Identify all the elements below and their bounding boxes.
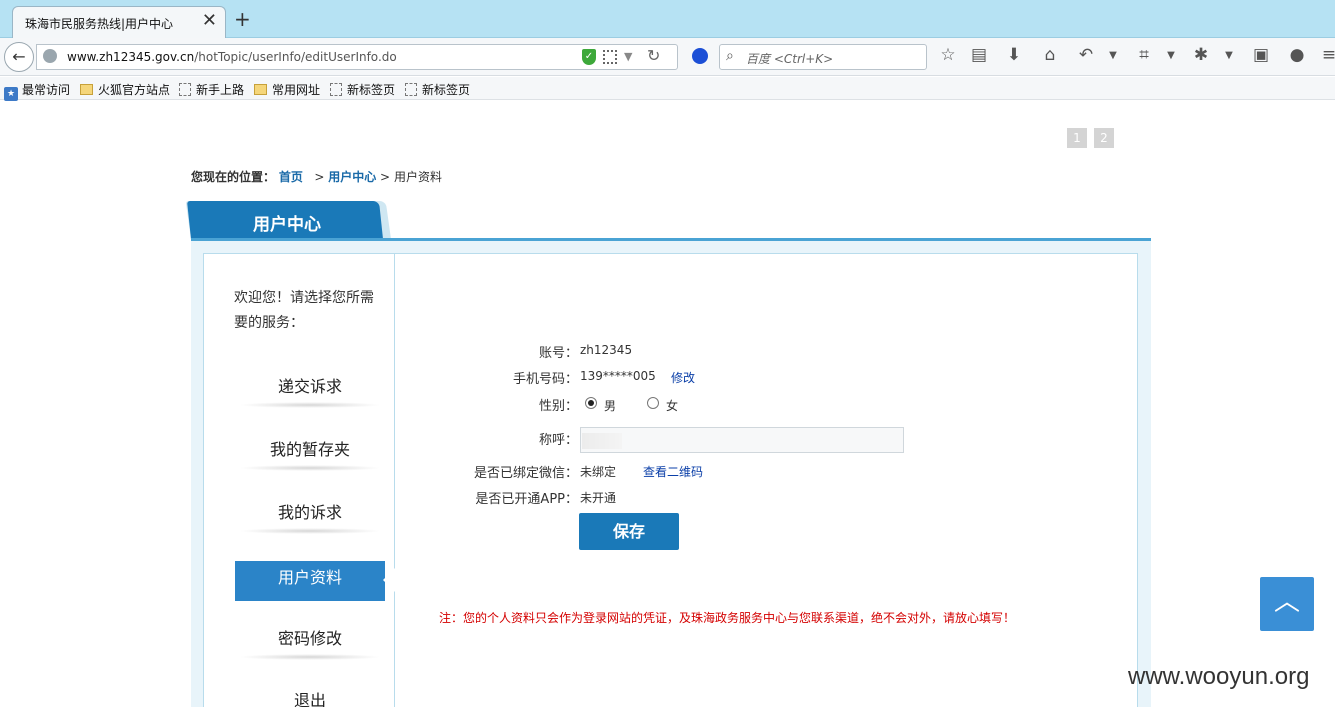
- extension-icon[interactable]: [692, 48, 708, 64]
- breadcrumb-home-link[interactable]: 首页: [279, 170, 303, 184]
- browser-tab[interactable]: 珠海市民服务热线|用户中心 ✕: [12, 6, 226, 38]
- search-input[interactable]: ⌕ 百度 <Ctrl+K>: [719, 44, 927, 70]
- bookmark-item[interactable]: 常用网址: [254, 81, 320, 98]
- page-icon: [405, 83, 417, 96]
- url-path: /hotTopic/userInfo/editUserInfo.do: [194, 50, 397, 64]
- section-tab: 用户中心: [185, 201, 391, 239]
- gender-female-radio[interactable]: [647, 397, 659, 409]
- sidebar-item-user-profile[interactable]: 用户资料: [235, 561, 385, 601]
- addon-icon[interactable]: ✱: [1190, 45, 1212, 65]
- breadcrumb: 您现在的位置： 首页 > 用户中心 > 用户资料: [191, 168, 442, 185]
- chevron-down-icon[interactable]: ▼: [1160, 50, 1182, 61]
- account-label: 账号：: [538, 346, 578, 361]
- folder-icon: [254, 84, 267, 95]
- sidebar-item-my-requests[interactable]: 我的诉求: [235, 498, 385, 538]
- phone-edit-link[interactable]: 修改: [671, 369, 695, 386]
- breadcrumb-prefix: 您现在的位置：: [191, 170, 276, 184]
- pager-button[interactable]: 1: [1067, 128, 1087, 148]
- active-indicator: [383, 568, 395, 592]
- bookmarks-bar: ★ 最常访问 火狐官方站点 新手上路 常用网址 新标签页 新标签页: [0, 77, 1335, 101]
- sidebar-item-drafts[interactable]: 我的暂存夹: [235, 435, 385, 475]
- watermark: www.wooyun.org: [1128, 663, 1310, 690]
- sidebar-divider: [394, 254, 395, 707]
- phone-label: 手机号码：: [512, 372, 578, 387]
- chevron-up-icon: ︿: [1273, 587, 1300, 617]
- sidebar-item-change-password[interactable]: 密码修改: [235, 624, 385, 664]
- url-text: www.zh12345.gov.cn/hotTopic/userInfo/edi…: [67, 50, 397, 64]
- app-label: 是否已开通APP：: [475, 492, 578, 507]
- shield-icon[interactable]: ✓: [582, 49, 596, 65]
- bookmark-item[interactable]: ★ 最常访问: [4, 81, 70, 101]
- browser-tab-bar: 珠海市民服务热线|用户中心 ✕ +: [0, 0, 1335, 38]
- sidebar-item-submit-request[interactable]: 递交诉求: [235, 372, 385, 412]
- back-button[interactable]: ←: [4, 42, 34, 72]
- bookmark-item[interactable]: 新手上路: [179, 81, 244, 98]
- home-icon[interactable]: ⌂: [1039, 45, 1061, 65]
- crop-icon[interactable]: ⌗: [1133, 45, 1155, 65]
- globe-icon: [43, 49, 57, 63]
- gender-male-label: 男: [604, 399, 617, 413]
- breadcrumb-current: 用户资料: [393, 170, 442, 184]
- app-value: 未开通: [580, 491, 617, 505]
- chevron-down-icon[interactable]: ▼: [1218, 50, 1240, 61]
- bookmark-item[interactable]: 新标签页: [330, 81, 395, 98]
- gender-female-label: 女: [666, 399, 679, 413]
- close-icon[interactable]: ✕: [202, 11, 217, 31]
- url-domain: www.zh12345.gov.cn: [67, 50, 195, 64]
- breadcrumb-center-link[interactable]: 用户中心: [328, 170, 376, 184]
- privacy-note: 注：您的个人资料只会作为登录网站的凭证，及珠海政务服务中心与您联系渠道，绝不会对…: [439, 611, 1016, 625]
- search-icon: ⌕: [726, 48, 734, 64]
- arrow-left-icon: ←: [12, 47, 26, 66]
- section-title: 用户中心: [253, 215, 321, 235]
- reading-list-icon[interactable]: ▤: [968, 45, 990, 65]
- search-placeholder: 百度 <Ctrl+K>: [746, 52, 834, 66]
- folder-icon: [80, 84, 93, 95]
- chevron-down-icon[interactable]: ▼: [624, 50, 632, 63]
- chevron-down-icon[interactable]: ▼: [1102, 50, 1124, 61]
- bookmark-item[interactable]: 火狐官方站点: [80, 81, 170, 98]
- phone-value: 139*****005: [580, 369, 656, 383]
- save-button[interactable]: 保存: [579, 513, 679, 550]
- nickname-input[interactable]: [580, 427, 904, 453]
- download-icon[interactable]: ⬇: [1003, 45, 1025, 65]
- tab-title: 珠海市民服务热线|用户中心: [25, 17, 174, 31]
- page-icon: [179, 83, 191, 96]
- account-value: zh12345: [580, 343, 633, 357]
- bookmark-star-icon[interactable]: ☆: [937, 45, 959, 65]
- breadcrumb-separator: >: [314, 170, 325, 184]
- breadcrumb-separator: >: [380, 170, 391, 184]
- new-tab-button[interactable]: +: [234, 9, 251, 29]
- gender-male-radio[interactable]: [585, 397, 597, 409]
- menu-icon[interactable]: ≡: [1318, 45, 1335, 65]
- nickname-redacted: [582, 433, 622, 449]
- gender-label: 性别：: [538, 399, 578, 414]
- reload-icon[interactable]: ↻: [647, 46, 660, 65]
- wechat-label: 是否已绑定微信：: [473, 466, 578, 481]
- chat-icon[interactable]: ●: [1286, 45, 1308, 65]
- sidebar-item-logout[interactable]: 退出: [235, 686, 385, 707]
- pager-button[interactable]: 2: [1094, 128, 1114, 148]
- bookmark-item[interactable]: 新标签页: [405, 81, 470, 98]
- wechat-value: 未绑定: [580, 465, 617, 479]
- back-to-top-button[interactable]: ︿: [1260, 577, 1314, 631]
- sidebar-welcome: 欢迎您！请选择您所需要的服务：: [234, 290, 374, 331]
- nickname-label: 称呼：: [538, 433, 578, 448]
- wechat-qr-link[interactable]: 查看二维码: [643, 463, 703, 480]
- page-icon: [330, 83, 342, 96]
- undo-icon[interactable]: ↶: [1075, 45, 1097, 65]
- window-icon[interactable]: ▣: [1250, 45, 1272, 65]
- most-visited-icon: ★: [4, 87, 18, 101]
- qr-code-icon[interactable]: [603, 50, 617, 64]
- url-bar[interactable]: www.zh12345.gov.cn/hotTopic/userInfo/edi…: [36, 44, 678, 70]
